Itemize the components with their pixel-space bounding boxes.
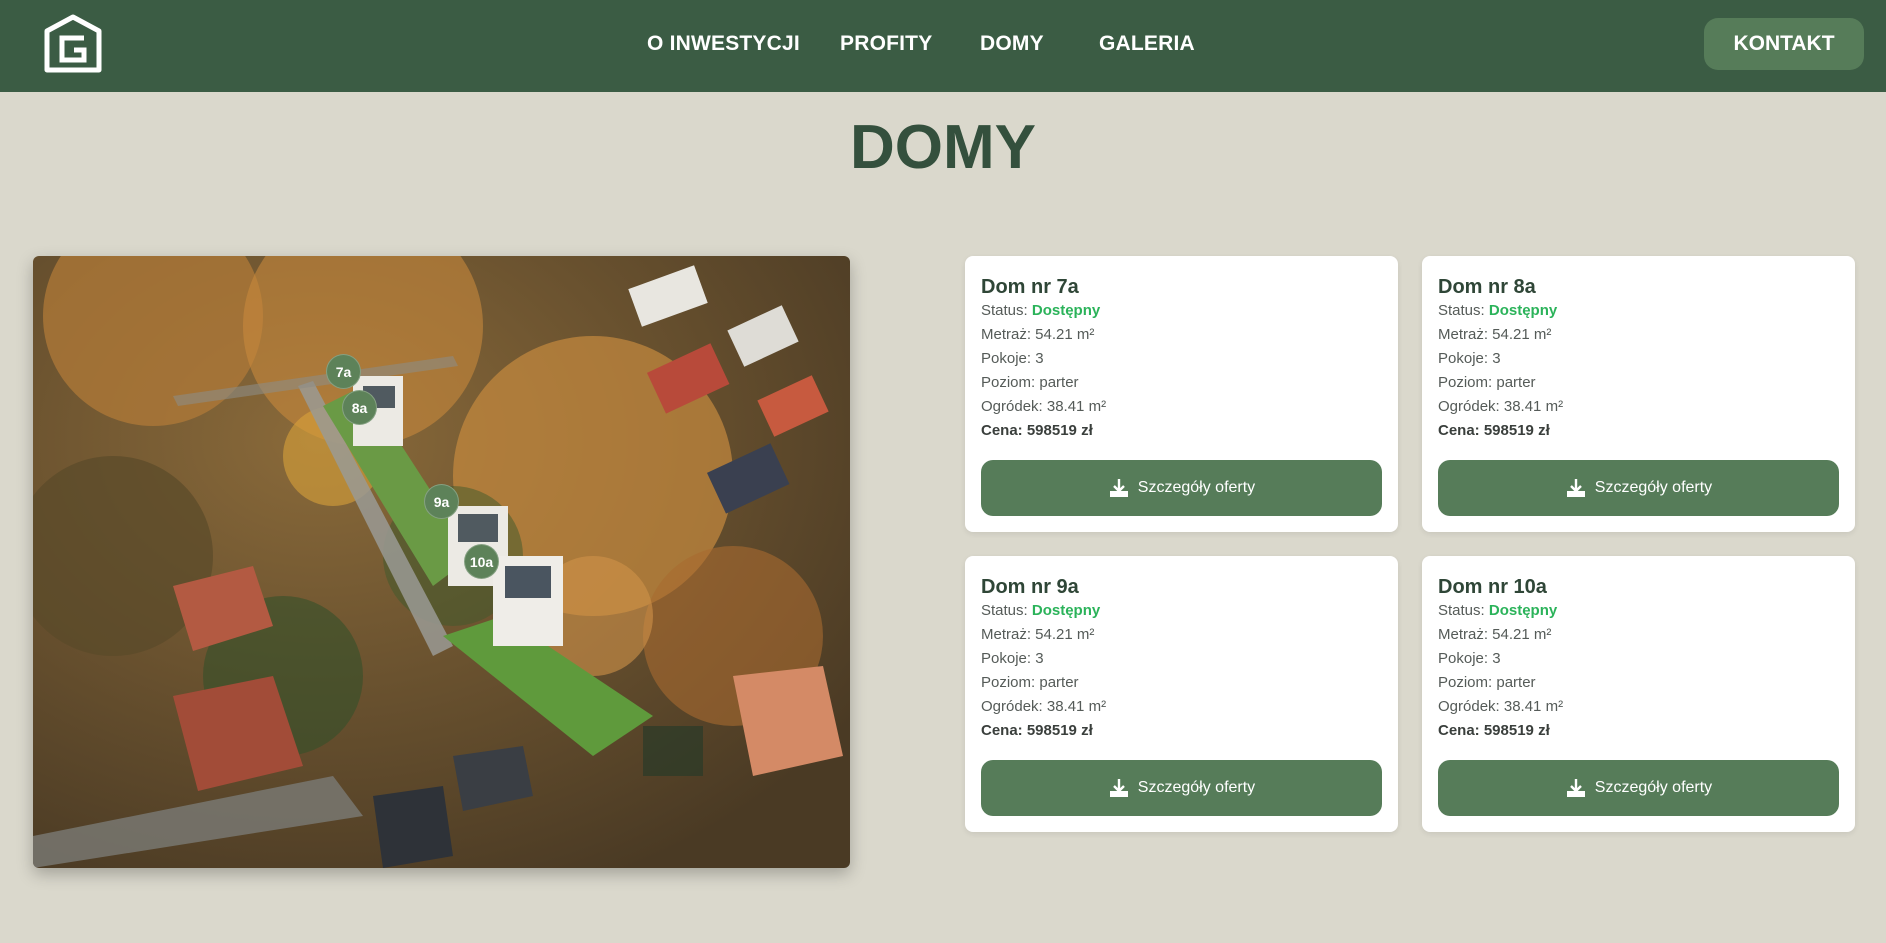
house-status: Status: Dostępny: [1438, 302, 1558, 319]
offer-details-button[interactable]: Szczegóły oferty: [1438, 760, 1839, 816]
house-level: Poziom: parter: [1438, 374, 1536, 391]
offer-details-label: Szczegóły oferty: [1137, 779, 1256, 796]
house-garden: Ogródek: 38.41 m²: [1438, 398, 1564, 415]
contact-button[interactable]: KONTAKT: [1704, 18, 1864, 70]
status-badge: Dostępny: [1488, 602, 1558, 619]
page-title: DOMY: [850, 113, 1036, 182]
house-area: Metraż: 54.21 m²: [981, 626, 1095, 643]
house-level: Poziom: parter: [981, 674, 1079, 691]
house-area: Metraż: 54.21 m²: [981, 326, 1095, 343]
status-badge: Dostępny: [1031, 302, 1101, 319]
house-garden: Ogródek: 38.41 m²: [981, 698, 1107, 715]
offer-details-label: Szczegóły oferty: [1594, 779, 1713, 796]
aerial-site-image: 7a 8a 9a 10a: [33, 256, 850, 868]
house-title: Dom nr 7a: [981, 276, 1079, 298]
house-garden: Ogródek: 38.41 m²: [1438, 698, 1564, 715]
house-area: Metraż: 54.21 m²: [1438, 626, 1552, 643]
house-rooms: Pokoje: 3: [981, 350, 1044, 367]
nav-o-inwestycji[interactable]: O INWESTYCJI: [647, 32, 800, 56]
house-rooms: Pokoje: 3: [981, 650, 1044, 667]
house-level: Poziom: parter: [981, 374, 1079, 391]
download-icon: [1109, 779, 1128, 797]
download-icon: [1566, 779, 1585, 797]
house-price: Cena: 598519 zł: [1438, 422, 1550, 439]
house-title: Dom nr 9a: [981, 576, 1079, 598]
offer-details-button[interactable]: Szczegóły oferty: [981, 460, 1382, 516]
house-garden: Ogródek: 38.41 m²: [981, 398, 1107, 415]
offer-details-button[interactable]: Szczegóły oferty: [981, 760, 1382, 816]
house-rooms: Pokoje: 3: [1438, 650, 1501, 667]
map-pin-10a[interactable]: 10a: [464, 544, 499, 579]
house-title: Dom nr 8a: [1438, 276, 1536, 298]
site-header: O INWESTYCJI PROFITY DOMY GALERIA KONTAK…: [0, 0, 1886, 92]
map-pin-9a[interactable]: 9a: [424, 484, 459, 519]
offer-details-button[interactable]: Szczegóły oferty: [1438, 460, 1839, 516]
nav-domy[interactable]: DOMY: [980, 32, 1044, 56]
house-rooms: Pokoje: 3: [1438, 350, 1501, 367]
nav-profity[interactable]: PROFITY: [840, 32, 932, 56]
house-card-9a: Dom nr 9a Status: Dostępny Metraż: 54.21…: [965, 556, 1398, 832]
house-card-8a: Dom nr 8a Status: Dostępny Metraż: 54.21…: [1422, 256, 1855, 532]
download-icon: [1566, 479, 1585, 497]
house-status: Status: Dostępny: [981, 302, 1101, 319]
nav-galeria[interactable]: GALERIA: [1099, 32, 1195, 56]
house-status: Status: Dostępny: [1438, 602, 1558, 619]
house-price: Cena: 598519 zł: [1438, 722, 1550, 739]
house-title: Dom nr 10a: [1438, 576, 1547, 598]
map-pin-7a[interactable]: 7a: [326, 354, 361, 389]
offer-details-label: Szczegóły oferty: [1137, 479, 1256, 496]
download-icon: [1109, 479, 1128, 497]
status-badge: Dostępny: [1488, 302, 1558, 319]
house-card-10a: Dom nr 10a Status: Dostępny Metraż: 54.2…: [1422, 556, 1855, 832]
house-status: Status: Dostępny: [981, 602, 1101, 619]
house-price: Cena: 598519 zł: [981, 722, 1093, 739]
house-card-7a: Dom nr 7a Status: Dostępny Metraż: 54.21…: [965, 256, 1398, 532]
map-pin-8a[interactable]: 8a: [342, 390, 377, 425]
offer-details-label: Szczegóły oferty: [1594, 479, 1713, 496]
house-area: Metraż: 54.21 m²: [1438, 326, 1552, 343]
house-level: Poziom: parter: [1438, 674, 1536, 691]
status-badge: Dostępny: [1031, 602, 1101, 619]
house-price: Cena: 598519 zł: [981, 422, 1093, 439]
main-nav: O INWESTYCJI PROFITY DOMY GALERIA: [0, 0, 1886, 92]
